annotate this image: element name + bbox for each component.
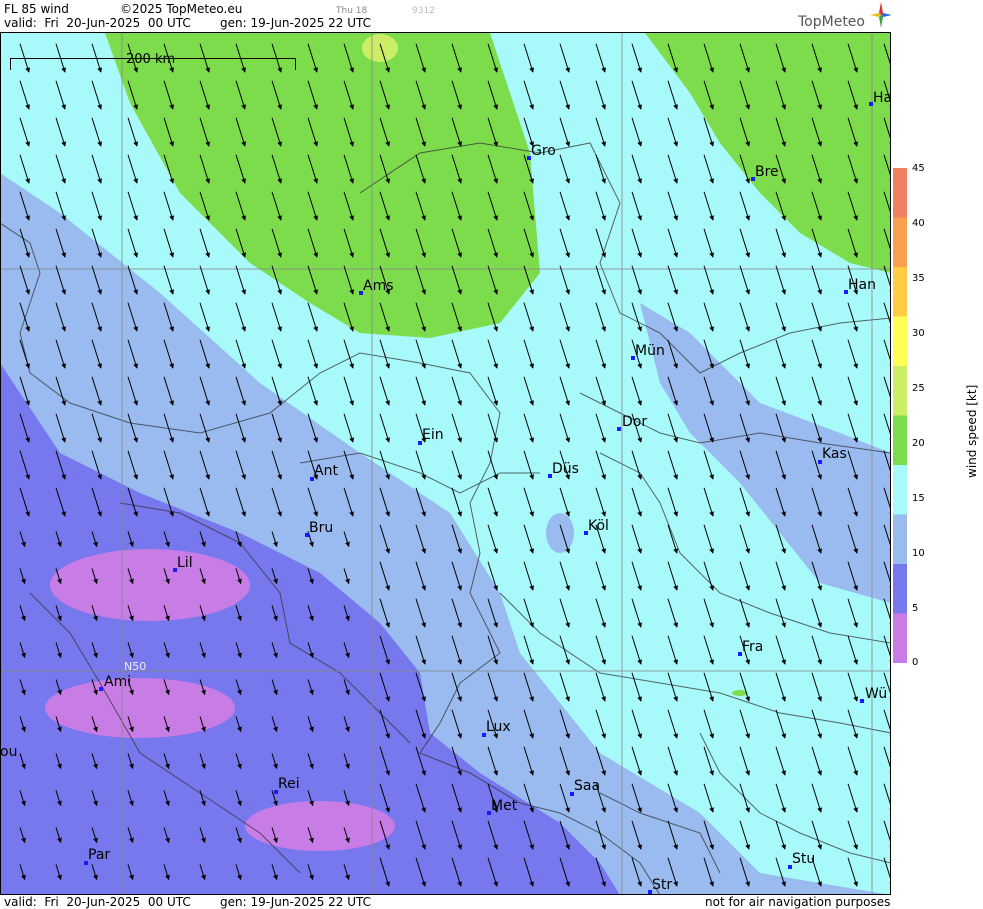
city-label: Str <box>652 877 673 893</box>
city-marker <box>860 699 864 703</box>
compass-star-icon <box>870 2 892 28</box>
copyright-text: ©2025 TopMeteo.eu <box>120 2 243 16</box>
legend-tick: 5 <box>912 603 919 614</box>
city-label: Bru <box>309 520 334 536</box>
legend-tick: 20 <box>912 438 925 449</box>
city-label: Lux <box>486 719 511 735</box>
city-label: Düs <box>552 461 579 477</box>
city-label: Bre <box>755 164 779 180</box>
city-label: Ha <box>873 90 893 106</box>
generated-time-footer: gen: 19-Jun-2025 22 UTC <box>220 895 372 909</box>
scale-bar-label: 200 km <box>126 52 176 67</box>
topmeteo-logo: TopMeteo <box>798 14 865 30</box>
city-label: Kas <box>822 446 847 462</box>
wind-map-viewer: FL 85 wind ©2025 TopMeteo.eu Thu 18 9312… <box>0 0 983 909</box>
city-label: Rei <box>278 776 300 792</box>
city-label: Mün <box>635 343 665 359</box>
legend-tick: 10 <box>912 548 925 559</box>
city-label: Ant <box>314 463 338 479</box>
city-label: Met <box>491 798 518 814</box>
city-label: ou <box>0 744 18 760</box>
city-label: Lil <box>177 555 193 571</box>
legend-tick: 45 <box>912 163 925 174</box>
wind-zone-0-5-lille <box>50 549 250 621</box>
wind-zone-10-15-koeln <box>546 513 574 553</box>
city-marker <box>617 427 621 431</box>
legend-tick: 0 <box>912 657 919 668</box>
valid-time-footer: valid: Fri 20-Jun-2025 00 UTC <box>4 895 191 909</box>
run-code-label: 9312 <box>412 6 435 16</box>
city-label: Ami <box>104 674 132 690</box>
legend-title: wind speed [kt] <box>965 384 979 478</box>
city-label: Ein <box>422 427 444 443</box>
wind-field-map <box>0 33 891 895</box>
city-label: Ams <box>363 278 394 294</box>
city-label: Han <box>848 277 876 293</box>
wind-zone-0-5-amiens <box>45 678 235 738</box>
disclaimer-text: not for air navigation purposes <box>705 895 891 909</box>
city-label: Saa <box>574 778 601 794</box>
city-label: Fra <box>742 639 764 655</box>
legend-tick: 15 <box>912 493 925 504</box>
city-label: Köl <box>588 518 609 534</box>
city-label: Gro <box>531 143 556 159</box>
legend-tick: 25 <box>912 383 925 394</box>
legend-tick: 35 <box>912 273 925 284</box>
city-label: Stu <box>792 851 816 867</box>
wind-speed-legend-bar <box>893 168 907 663</box>
legend-tick: 40 <box>912 218 925 229</box>
valid-time-header: valid: Fri 20-Jun-2025 00 UTC <box>4 16 191 30</box>
city-marker <box>99 687 103 691</box>
legend-tick: 30 <box>912 328 925 339</box>
generated-time-header: gen: 19-Jun-2025 22 UTC <box>220 16 372 30</box>
wind-zone-25-30-patch <box>362 34 398 62</box>
product-title: FL 85 wind <box>4 2 69 16</box>
latitude-label: N50 <box>124 660 147 673</box>
city-label: Dor <box>622 414 648 430</box>
city-label: Par <box>88 847 111 863</box>
city-label: Wü <box>865 686 888 702</box>
